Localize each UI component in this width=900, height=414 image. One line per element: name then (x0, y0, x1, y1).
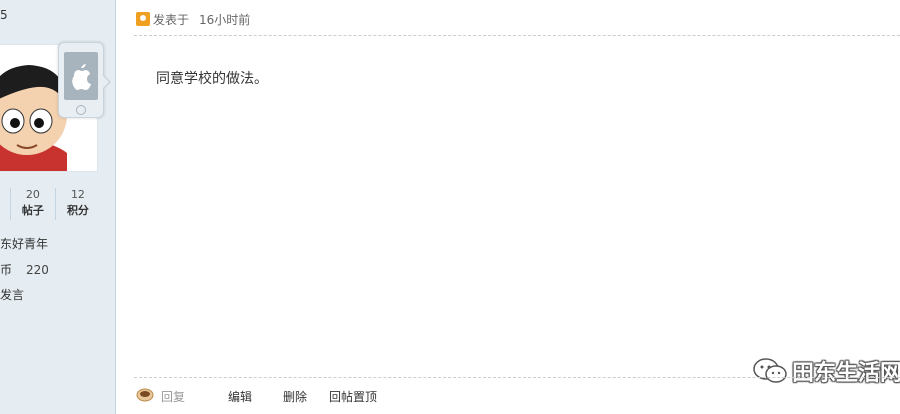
coins-label: 银币 (0, 263, 13, 277)
pin-reply-button[interactable]: 回帖置顶 (329, 388, 377, 405)
user-stats: 20 帖子 12 积分 (0, 188, 100, 220)
user-coins: 银币 220 (0, 261, 49, 278)
post-content: 同意学校的做法。 (156, 71, 268, 87)
points-count: 12 (70, 188, 85, 201)
post-header: 发表于 16小时前 (134, 0, 900, 36)
post-meta: 发表于 16小时前 (153, 11, 250, 28)
apple-icon (64, 52, 98, 100)
floor-number: 5 (0, 8, 8, 22)
stat-cropped[interactable] (0, 188, 10, 220)
stat-posts[interactable]: 20 帖子 (9, 188, 55, 220)
posts-label: 帖子 (21, 204, 44, 217)
user-status: 止发言 (0, 288, 25, 302)
edit-button[interactable]: 编辑 (228, 388, 252, 405)
posted-label: 发表于 (153, 13, 190, 27)
reply-button[interactable]: 回复 (161, 388, 185, 405)
delete-button[interactable]: 删除 (283, 388, 307, 405)
author-online-icon (136, 12, 150, 26)
mobile-post-badge (58, 42, 104, 118)
post-actions: 回复 编辑 删除 回帖置顶 (134, 377, 900, 414)
phone-home-button (76, 105, 86, 115)
post-time: 16小时前 (199, 13, 251, 27)
posts-count: 20 (25, 188, 40, 201)
reply-icon[interactable] (136, 388, 154, 402)
coins-value: 220 (26, 263, 49, 277)
points-label: 积分 (66, 204, 89, 217)
user-title[interactable]: 田东好青年 (0, 235, 48, 252)
author-sidebar: 5 20 帖子 12 积分 东好青年 币 220 发言 (0, 0, 116, 414)
stat-points[interactable]: 12 积分 (54, 188, 100, 220)
